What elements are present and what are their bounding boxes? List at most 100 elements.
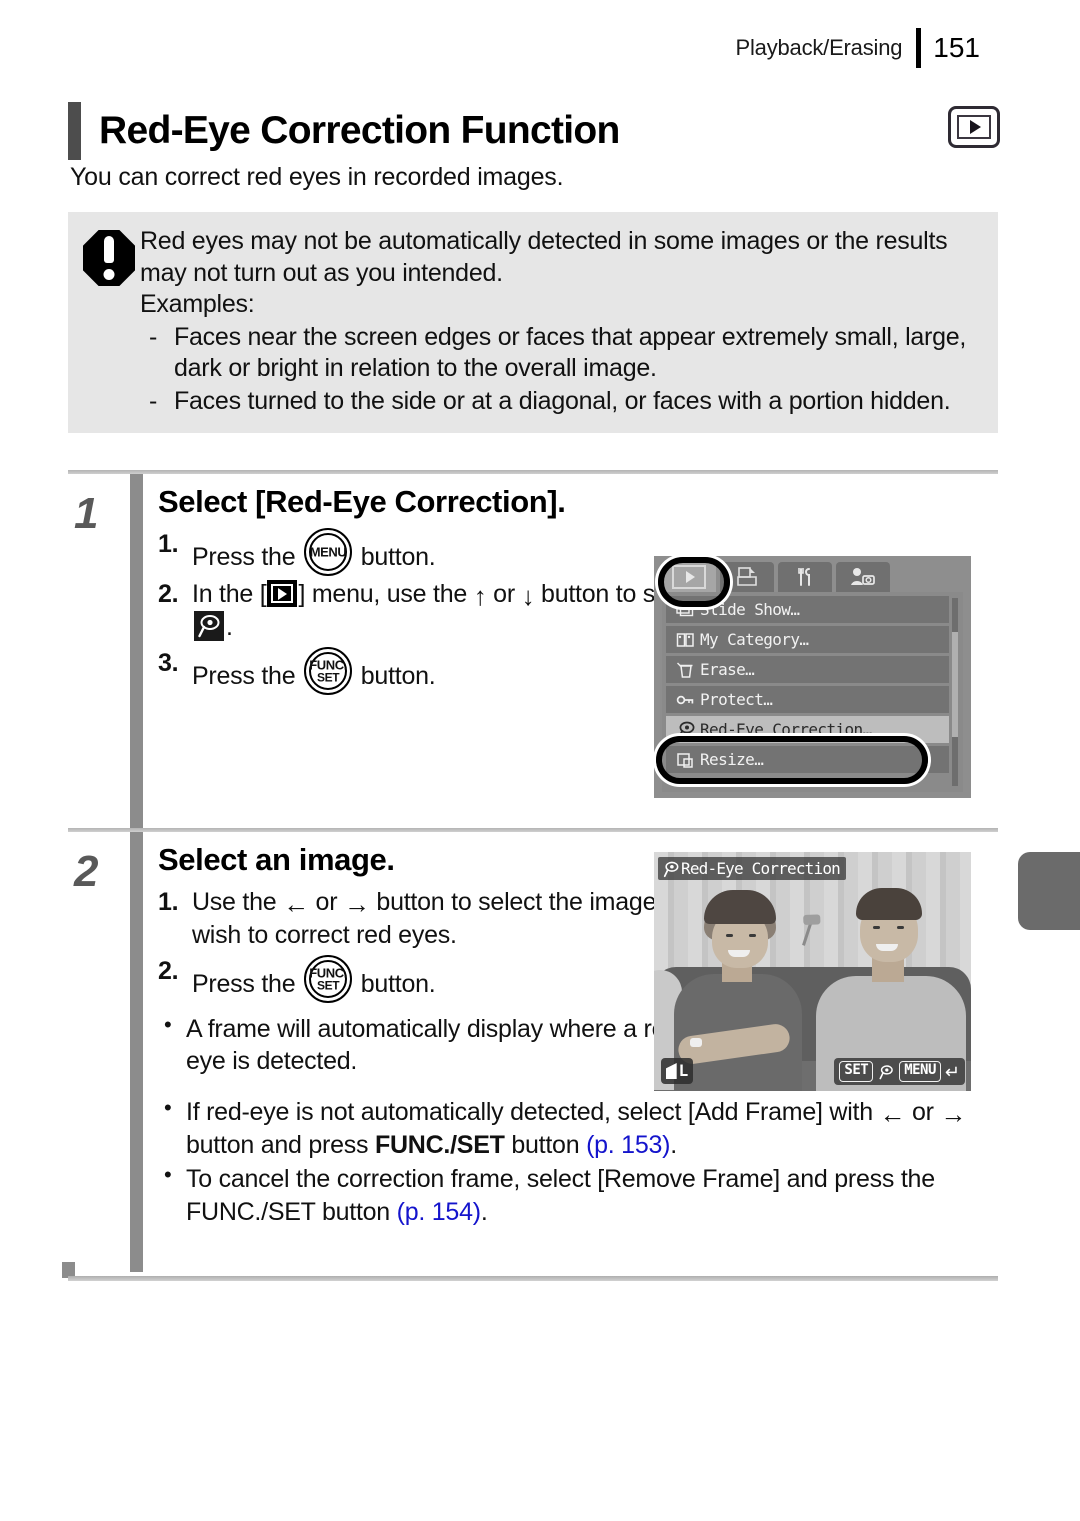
step-number: 1 <box>74 489 99 538</box>
scrollbar-thumb[interactable] <box>952 631 958 738</box>
note-list: A frame will automatically display where… <box>158 1011 718 1078</box>
substep-number: 1. <box>158 530 179 558</box>
substep-text: Press the <box>192 969 303 998</box>
substep-text: Press the <box>192 543 303 571</box>
settings-tab-icon <box>798 568 810 586</box>
left-arrow-icon: ← <box>879 1099 906 1129</box>
menu-item-label: Red-Eye Correction… <box>700 720 872 739</box>
note-text: To cancel the correction frame, select [… <box>186 1165 935 1226</box>
substep-number: 2. <box>158 580 179 608</box>
my-camera-tab-icon <box>851 568 875 585</box>
step-divider <box>68 828 998 832</box>
menu-item-slide-show[interactable]: Slide Show… <box>666 596 949 623</box>
substep-text: Press the <box>192 661 303 690</box>
title-accent-bar <box>68 102 81 160</box>
note-bold: FUNC./SET <box>374 1130 505 1159</box>
func-set-button-icon: FUNC. SET <box>304 954 353 1003</box>
note-text-end: . <box>480 1197 488 1226</box>
red-eye-correction-icon <box>194 611 224 642</box>
substep: 3. Press the FUNC. SET button. <box>158 646 718 695</box>
my-category-icon <box>672 631 700 649</box>
header-section-label: Playback/Erasing <box>735 35 903 60</box>
warning-box: Red eyes may not be automatically detect… <box>68 212 998 433</box>
substep: 1. Use the ← or → button to select the i… <box>158 886 718 953</box>
menu-item-label: Erase… <box>700 660 755 679</box>
substep: 1. Press the MENU button. <box>158 528 718 576</box>
playback-tab[interactable] <box>662 562 716 592</box>
footer-divider <box>68 1276 998 1281</box>
func-set-button-icon: FUNC. SET <box>304 646 353 695</box>
print-tab[interactable] <box>720 562 774 592</box>
photo-screen-key-guide: SET MENU ↵ <box>834 1058 965 1085</box>
note-item: A frame will automatically display where… <box>158 1011 718 1078</box>
my-camera-tab[interactable] <box>836 562 890 592</box>
photo-screen-title: Red-Eye Correction <box>681 859 841 878</box>
substep-text: In the [ <box>192 580 267 608</box>
menu-item-label: Slide Show… <box>700 600 800 619</box>
page-reference-link[interactable]: (p. 153) <box>586 1131 670 1159</box>
photo-watch <box>690 1038 702 1047</box>
playback-tab-icon <box>672 565 706 589</box>
page-header: Playback/Erasing 151 <box>735 28 980 68</box>
playback-mode-icon <box>948 106 1000 148</box>
red-eye-correction-icon <box>877 1063 895 1081</box>
step-accent-bar <box>130 832 143 1272</box>
substep-number: 3. <box>158 648 179 677</box>
step-title: Select [Red-Eye Correction]. <box>158 484 566 519</box>
settings-tab[interactable] <box>778 562 832 592</box>
substep-text-end: button. <box>354 543 436 571</box>
section-thumb-index <box>1018 852 1080 930</box>
playback-menu-icon <box>267 580 298 607</box>
warning-exclamation-icon <box>78 226 140 417</box>
menu-button-icon: MENU <box>304 528 353 576</box>
page-number: 151 <box>933 32 980 63</box>
set-key-label[interactable]: SET <box>839 1061 874 1082</box>
page-title: Red-Eye Correction Function <box>99 109 620 152</box>
fine-quality-icon <box>665 1063 677 1079</box>
note-text: If red-eye is not automatically detected… <box>186 1098 880 1126</box>
warning-paragraph: Red eyes may not be automatically detect… <box>140 227 948 287</box>
menu-item-resize[interactable]: Resize… <box>666 746 949 773</box>
note-list-wide: If red-eye is not automatically detected… <box>158 1094 1003 1228</box>
left-arrow-icon: ← <box>283 889 309 919</box>
image-quality-badge: L <box>661 1058 693 1084</box>
red-eye-correction-icon <box>661 860 681 878</box>
warning-example-list: Faces near the screen edges or faces tha… <box>140 322 982 418</box>
substep-list: 1. Use the ← or → button to select the i… <box>158 886 718 1003</box>
note-item: To cancel the correction frame, select [… <box>158 1161 1003 1228</box>
note-text-end: . <box>670 1130 677 1159</box>
menu-item-label: My Category… <box>700 630 809 649</box>
playback-icon <box>957 115 991 139</box>
camera-menu-screen: Slide Show… My Category… Erase… Protect…… <box>654 556 971 798</box>
print-tab-icon <box>737 567 757 586</box>
erase-icon <box>672 661 700 679</box>
resize-icon <box>672 751 700 769</box>
menu-item-protect[interactable]: Protect… <box>666 686 949 713</box>
warning-body: Red eyes may not be automatically detect… <box>140 226 988 417</box>
step-accent-bar <box>130 474 143 828</box>
substep-list: 1. Press the MENU button. 2. In the [] m… <box>158 528 718 695</box>
return-arrow-icon: ↵ <box>944 1061 960 1082</box>
step-content-wide: If red-eye is not automatically detected… <box>158 1094 1003 1230</box>
note-text-mid: button and press <box>186 1130 375 1159</box>
slide-show-icon <box>672 601 700 619</box>
protect-icon <box>672 691 700 709</box>
page-reference-link[interactable]: (p. 154) <box>397 1198 481 1226</box>
menu-scrollbar[interactable] <box>952 598 958 786</box>
step-content: Select [Red-Eye Correction]. 1. Press th… <box>158 484 718 697</box>
substep-or: or <box>486 580 522 608</box>
substep-text-end: button. <box>354 969 436 998</box>
step-title: Select an image. <box>158 842 395 877</box>
substep-number: 1. <box>158 888 179 916</box>
list-item: Faces near the screen edges or faces tha… <box>140 322 982 385</box>
image-size-label: L <box>678 1061 689 1080</box>
page-title-row: Red-Eye Correction Function <box>68 100 1000 162</box>
down-arrow-icon: ↓ <box>521 581 535 611</box>
menu-item-red-eye-correction[interactable]: Red-Eye Correction… <box>666 716 949 743</box>
camera-photo-screen: Red-Eye Correction L SET MENU ↵ <box>654 852 971 1091</box>
substep: 2. In the [] menu, use the ↑ or ↓ button… <box>158 578 718 645</box>
menu-item-my-category[interactable]: My Category… <box>666 626 949 653</box>
note-or: or <box>905 1098 941 1126</box>
menu-item-erase[interactable]: Erase… <box>666 656 949 683</box>
menu-key-label[interactable]: MENU <box>899 1061 941 1082</box>
